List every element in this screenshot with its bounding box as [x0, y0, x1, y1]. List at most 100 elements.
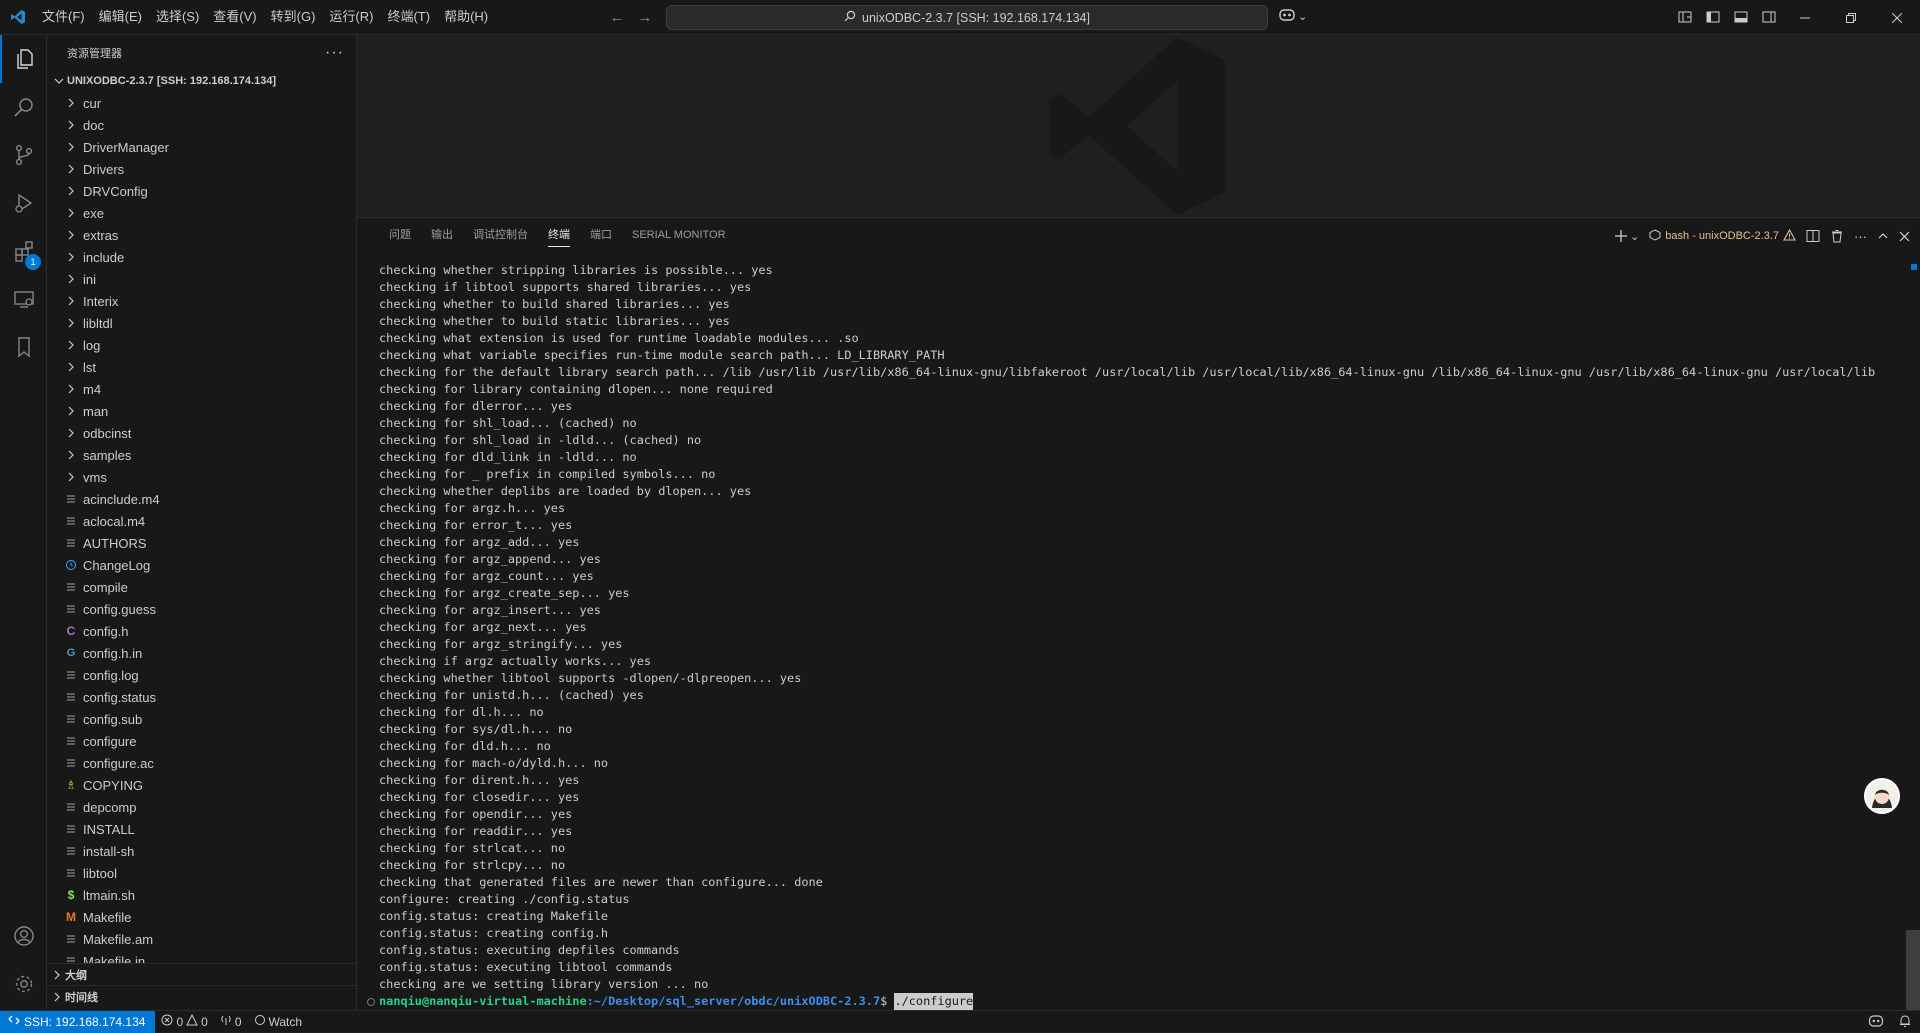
menu-item[interactable]: 选择(S)	[149, 5, 206, 29]
folder-item[interactable]: exe	[47, 202, 356, 224]
toggle-panel-icon[interactable]	[1732, 8, 1750, 26]
folder-item[interactable]: DriverManager	[47, 136, 356, 158]
settings-gear-icon[interactable]	[0, 960, 47, 1008]
new-terminal-icon[interactable]: ⌄	[1614, 225, 1639, 247]
folder-item[interactable]: ini	[47, 268, 356, 290]
file-item[interactable]: config.guess	[47, 598, 356, 620]
folder-item[interactable]: Drivers	[47, 158, 356, 180]
terminal-selector[interactable]: bash - unixODBC-2.3.7	[1649, 225, 1796, 247]
minimize-icon[interactable]	[1782, 0, 1828, 35]
folder-item[interactable]: libltdl	[47, 312, 356, 334]
menu-item[interactable]: 文件(F)	[35, 5, 92, 29]
folder-item[interactable]: doc	[47, 114, 356, 136]
copilot-icon[interactable]	[1868, 1014, 1884, 1031]
bookmark-icon[interactable]	[0, 323, 47, 371]
panel-tab[interactable]: 终端	[538, 218, 580, 253]
maximize-panel-icon[interactable]	[1877, 225, 1889, 247]
folder-item[interactable]: m4	[47, 378, 356, 400]
folder-item[interactable]: Interix	[47, 290, 356, 312]
panel-tab[interactable]: 端口	[580, 218, 622, 253]
file-item[interactable]: M Makefile	[47, 906, 356, 928]
account-icon[interactable]	[0, 912, 47, 960]
folder-item[interactable]: vms	[47, 466, 356, 488]
chevron-down-icon[interactable]: ⌄	[1630, 230, 1639, 243]
menu-item[interactable]: 终端(T)	[380, 5, 437, 29]
file-item[interactable]: compile	[47, 576, 356, 598]
root-folder-header[interactable]: UNIXODBC-2.3.7 [SSH: 192.168.174.134]	[47, 70, 356, 92]
terminal-prompt-line[interactable]: nanqiu@nanqiu-virtual-machine :~/Desktop…	[367, 993, 974, 1010]
file-item[interactable]: config.sub	[47, 708, 356, 730]
notifications-bell-icon[interactable]	[1898, 1014, 1912, 1031]
folder-item[interactable]: DRVConfig	[47, 180, 356, 202]
customize-layout-icon[interactable]	[1676, 8, 1694, 26]
ports-status[interactable]: 0	[214, 1014, 248, 1029]
more-actions-icon[interactable]: ···	[1854, 225, 1867, 247]
split-terminal-icon[interactable]	[1806, 225, 1820, 247]
file-item[interactable]: Cconfig.h	[47, 620, 356, 642]
menu-item[interactable]: 运行(R)	[322, 5, 380, 29]
source-control-icon[interactable]	[0, 131, 47, 179]
folder-item[interactable]: log	[47, 334, 356, 356]
timeline-section[interactable]: 时间线	[47, 985, 356, 1007]
avatar[interactable]	[1864, 778, 1900, 814]
extensions-icon[interactable]: 1	[0, 227, 47, 275]
file-item[interactable]: Gconfig.h.in	[47, 642, 356, 664]
file-item[interactable]: install-sh	[47, 840, 356, 862]
menu-item[interactable]: 编辑(E)	[92, 5, 149, 29]
more-actions-icon[interactable]: ···	[325, 44, 344, 62]
folder-item[interactable]: man	[47, 400, 356, 422]
panel-tab[interactable]: 输出	[421, 218, 463, 253]
file-item[interactable]: configure	[47, 730, 356, 752]
toggle-secondary-sidebar-icon[interactable]	[1760, 8, 1778, 26]
folder-item[interactable]: samples	[47, 444, 356, 466]
file-item[interactable]: Makefile.am	[47, 928, 356, 950]
command-decoration-icon[interactable]	[367, 997, 375, 1006]
copilot-button[interactable]: ⌄	[1278, 7, 1307, 26]
menu-item[interactable]: 转到(G)	[264, 5, 323, 29]
file-item[interactable]: config.log	[47, 664, 356, 686]
file-item[interactable]: ChangeLog	[47, 554, 356, 576]
restore-icon[interactable]	[1828, 0, 1874, 35]
file-item[interactable]: INSTALL	[47, 818, 356, 840]
remote-indicator[interactable]: SSH: 192.168.174.134	[0, 1010, 156, 1033]
file-item[interactable]: ♗ COPYING	[47, 774, 356, 796]
file-item[interactable]: AUTHORS	[47, 532, 356, 554]
watch-status[interactable]: Watch	[248, 1014, 309, 1029]
menu-item[interactable]: 查看(V)	[206, 5, 263, 29]
tree-item-label: DRVConfig	[83, 183, 148, 199]
file-item[interactable]: depcomp	[47, 796, 356, 818]
file-item[interactable]: acinclude.m4	[47, 488, 356, 510]
folder-item[interactable]: cur	[47, 92, 356, 114]
file-item[interactable]: libtool	[47, 862, 356, 884]
terminal-scrollbar[interactable]	[1906, 262, 1920, 1010]
vscode-watermark-logo	[1047, 35, 1232, 222]
back-arrow-icon[interactable]: ←	[606, 6, 628, 28]
trash-icon[interactable]	[1830, 225, 1844, 247]
terminal-line: checking for shl_load... (cached) no	[379, 416, 637, 430]
run-debug-icon[interactable]	[0, 179, 47, 227]
scroll-thumb[interactable]	[1906, 930, 1920, 1010]
panel-tab[interactable]: SERIAL MONITOR	[622, 218, 736, 253]
command-center[interactable]: unixODBC-2.3.7 [SSH: 192.168.174.134]	[666, 5, 1268, 30]
folder-item[interactable]: extras	[47, 224, 356, 246]
file-item[interactable]: $ ltmain.sh	[47, 884, 356, 906]
explorer-icon[interactable]	[0, 35, 47, 83]
folder-item[interactable]: odbcinst	[47, 422, 356, 444]
problems-status[interactable]: 0 0	[155, 1013, 213, 1029]
remote-explorer-icon[interactable]	[0, 275, 47, 323]
file-item[interactable]: config.status	[47, 686, 356, 708]
panel-tab[interactable]: 问题	[379, 218, 421, 253]
outline-section[interactable]: 大纲	[47, 963, 356, 985]
file-item[interactable]: aclocal.m4	[47, 510, 356, 532]
folder-item[interactable]: lst	[47, 356, 356, 378]
panel-tab[interactable]: 调试控制台	[463, 218, 538, 253]
terminal-output[interactable]: checking whether stripping libraries is …	[379, 262, 1889, 1010]
close-panel-icon[interactable]	[1899, 225, 1910, 247]
toggle-primary-sidebar-icon[interactable]	[1704, 8, 1722, 26]
close-icon[interactable]	[1874, 0, 1920, 35]
search-icon[interactable]	[0, 83, 47, 131]
folder-item[interactable]: include	[47, 246, 356, 268]
file-item[interactable]: configure.ac	[47, 752, 356, 774]
menu-item[interactable]: 帮助(H)	[437, 5, 495, 29]
forward-arrow-icon[interactable]: →	[634, 6, 656, 28]
